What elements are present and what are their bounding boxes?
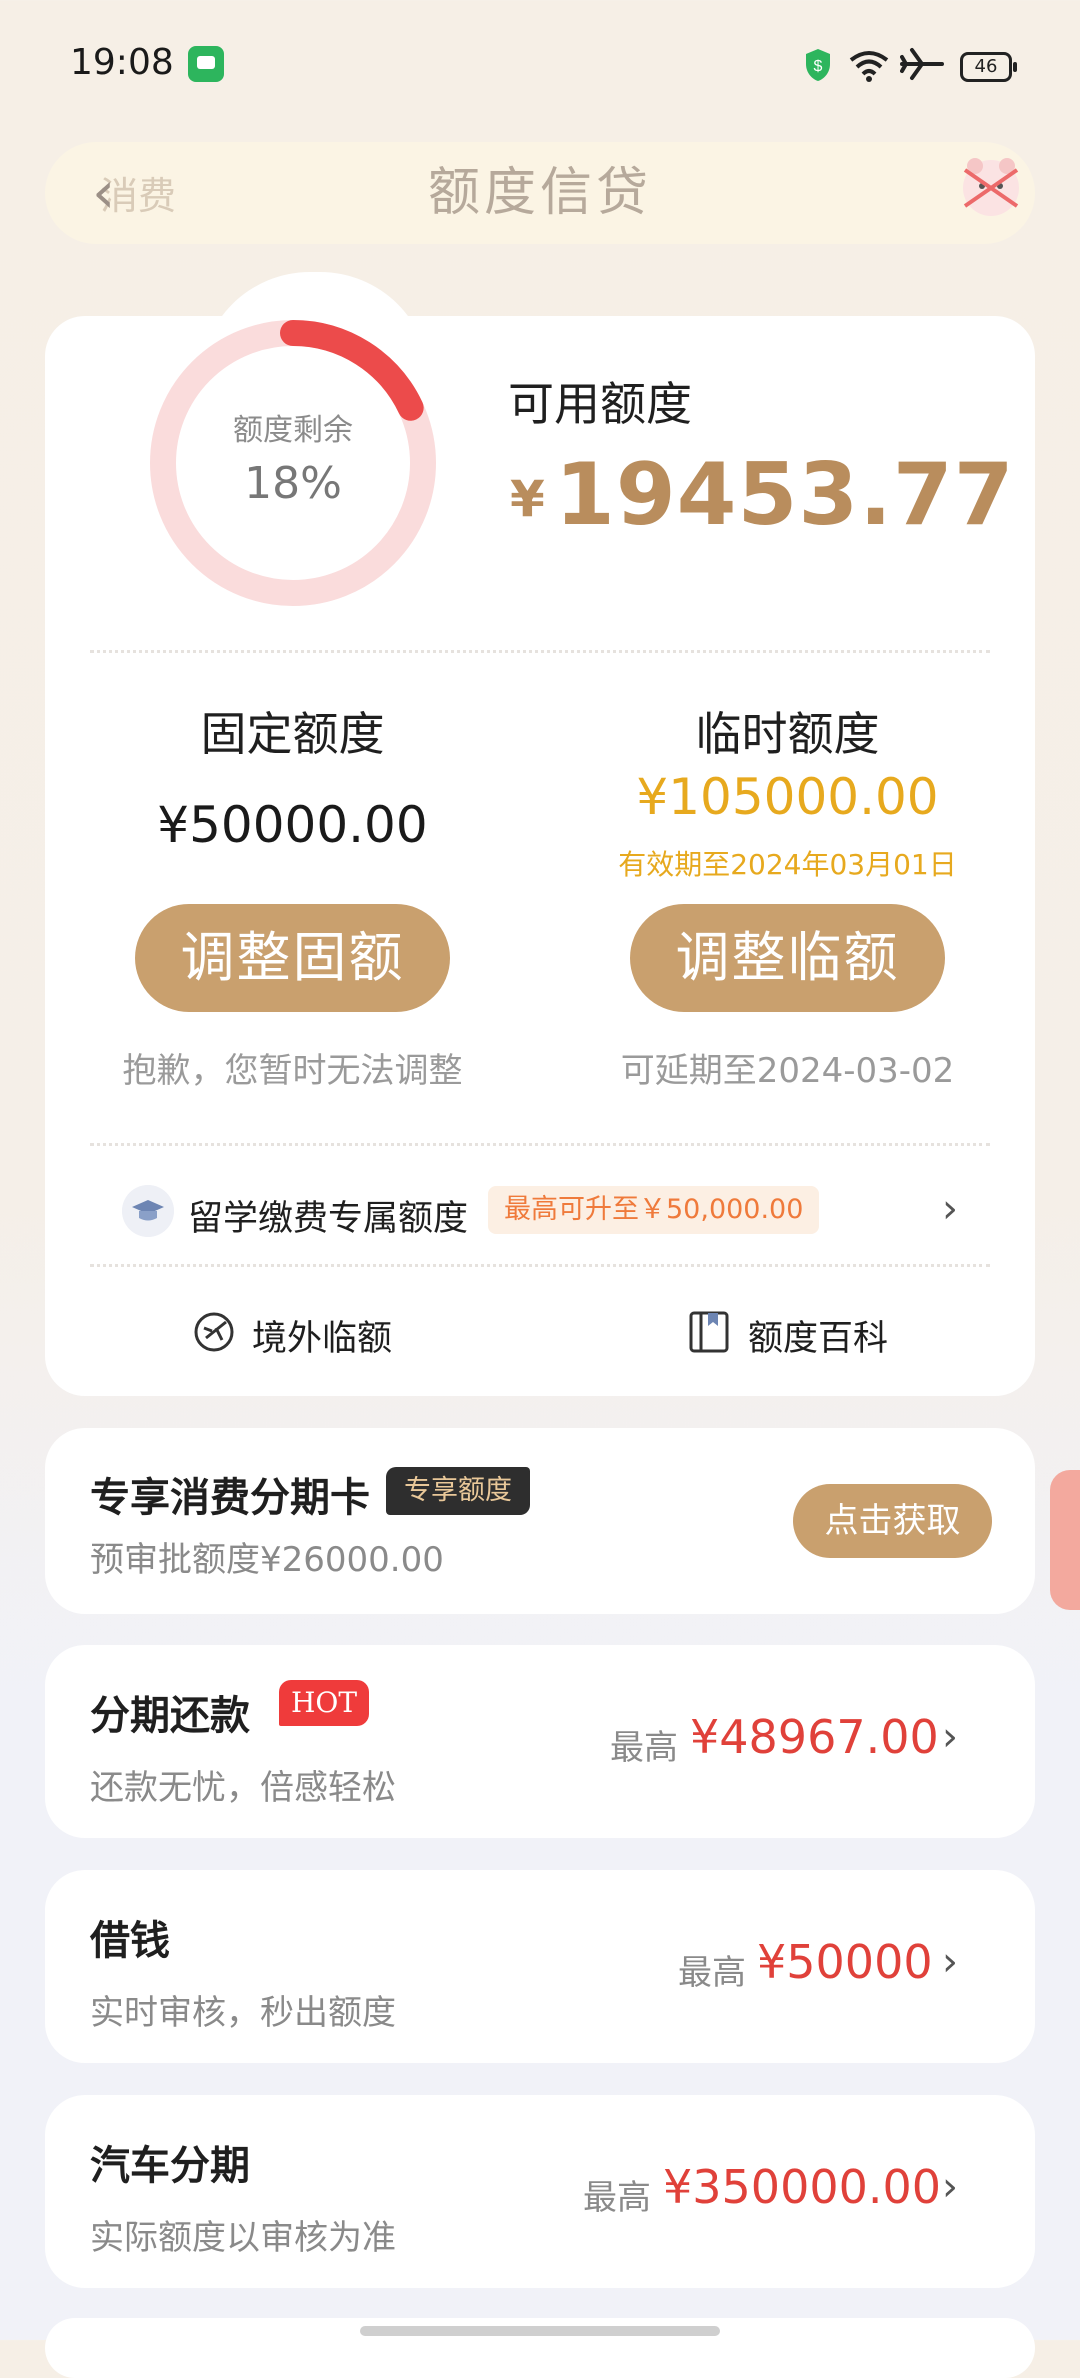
- temp-credit-value: ¥105000.00: [636, 768, 939, 826]
- message-icon: [188, 46, 224, 82]
- airplane-icon: [900, 48, 944, 80]
- hot-badge: HOT: [279, 1680, 370, 1726]
- status-time: 19:08: [70, 42, 174, 83]
- page-title: 额度信贷: [427, 163, 652, 223]
- wifi-icon: [849, 51, 889, 82]
- promo-subtitle: 预审批额度¥26000.00: [90, 1540, 444, 1580]
- plane-circle-icon: [194, 1312, 234, 1352]
- row-subtitle: 实时审核，秒出额度: [90, 1993, 396, 2033]
- chevron-right-icon: ›: [942, 1714, 958, 1760]
- shield-icon: $: [806, 49, 830, 81]
- quota-encyclopedia-label: 额度百科: [748, 1319, 889, 1359]
- study-quota-badge: 最高可升至￥50,000.00: [488, 1186, 820, 1234]
- available-credit-value: 19453.77: [555, 445, 1015, 545]
- row-subtitle: 实际额度以审核为准: [90, 2218, 396, 2258]
- row-max-value: ¥50000: [757, 1935, 933, 1989]
- available-credit-label: 可用额度: [508, 377, 692, 431]
- get-card-button[interactable]: 点击获取: [793, 1484, 992, 1558]
- divider: [90, 1264, 990, 1267]
- row-max-value: ¥350000.00: [663, 2160, 942, 2214]
- chevron-right-icon: ›: [942, 1186, 958, 1232]
- svg-text:$: $: [814, 58, 823, 75]
- mascot-icon[interactable]: [955, 150, 1027, 220]
- battery-icon: 46: [960, 52, 1017, 82]
- available-credit-currency: ¥: [510, 470, 545, 528]
- book-icon: [689, 1311, 729, 1353]
- study-quota-label: 留学缴费专属额度: [188, 1199, 469, 1239]
- graduation-cap-icon: [122, 1185, 174, 1237]
- fixed-credit-value: ¥50000.00: [157, 796, 428, 854]
- row-title: 借钱: [90, 1918, 170, 1964]
- divider: [90, 1143, 990, 1146]
- row-title: 分期还款: [90, 1693, 250, 1739]
- row-max-prefix: 最高: [678, 1953, 746, 1993]
- chevron-right-icon: ›: [942, 1939, 958, 1985]
- row-subtitle: 还款无忧，倍感轻松: [90, 1768, 396, 1808]
- chevron-right-icon: ›: [942, 2164, 958, 2210]
- ring-percent: 18%: [244, 458, 342, 509]
- row-max-value: ¥48967.00: [690, 1710, 939, 1764]
- promo-badge: 专享额度: [386, 1467, 530, 1515]
- fixed-adjust-note: 抱歉，您暂时无法调整: [122, 1051, 463, 1091]
- row-title: 汽车分期: [90, 2143, 250, 2189]
- gift-decoration-icon: [1050, 1470, 1080, 1610]
- overseas-quota-label: 境外临额: [252, 1319, 393, 1359]
- fixed-credit-label: 固定额度: [200, 707, 385, 761]
- temp-extend-note: 可延期至2024-03-02: [620, 1051, 955, 1091]
- temp-credit-label: 临时额度: [695, 707, 880, 761]
- status-bar: 19:08 $ 46: [0, 0, 1080, 130]
- adjust-fixed-button[interactable]: 调整固额: [135, 904, 450, 1012]
- divider: [90, 650, 990, 653]
- temp-credit-expiry: 有效期至2024年03月01日: [618, 848, 957, 881]
- ring-label: 额度剩余: [233, 413, 353, 448]
- row-max-prefix: 最高: [610, 1728, 678, 1768]
- promo-title: 专享消费分期卡: [90, 1475, 370, 1521]
- home-indicator[interactable]: [360, 2326, 720, 2336]
- adjust-temp-button[interactable]: 调整临额: [630, 904, 945, 1012]
- row-max-prefix: 最高: [583, 2178, 651, 2218]
